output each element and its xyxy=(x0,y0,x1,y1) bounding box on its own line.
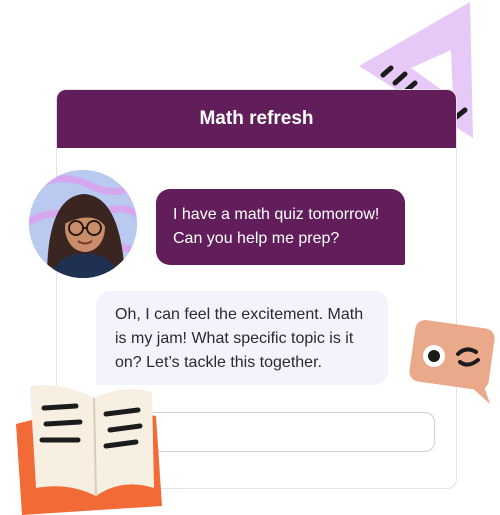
wink-face-icon xyxy=(409,320,495,404)
avatar-portrait xyxy=(29,170,137,278)
assistant-message-text: Oh, I can feel the excitement. Math is m… xyxy=(115,306,364,371)
user-avatar xyxy=(29,170,137,278)
user-message-text: I have a math quiz tomorrow! Can you hel… xyxy=(173,206,380,247)
open-book-icon xyxy=(16,385,162,515)
message-input[interactable] xyxy=(130,412,435,452)
chat-header: Math refresh xyxy=(57,90,456,148)
chat-title: Math refresh xyxy=(199,108,314,129)
user-message-bubble: I have a math quiz tomorrow! Can you hel… xyxy=(156,189,405,265)
assistant-message-bubble: Oh, I can feel the excitement. Math is m… xyxy=(96,291,388,385)
